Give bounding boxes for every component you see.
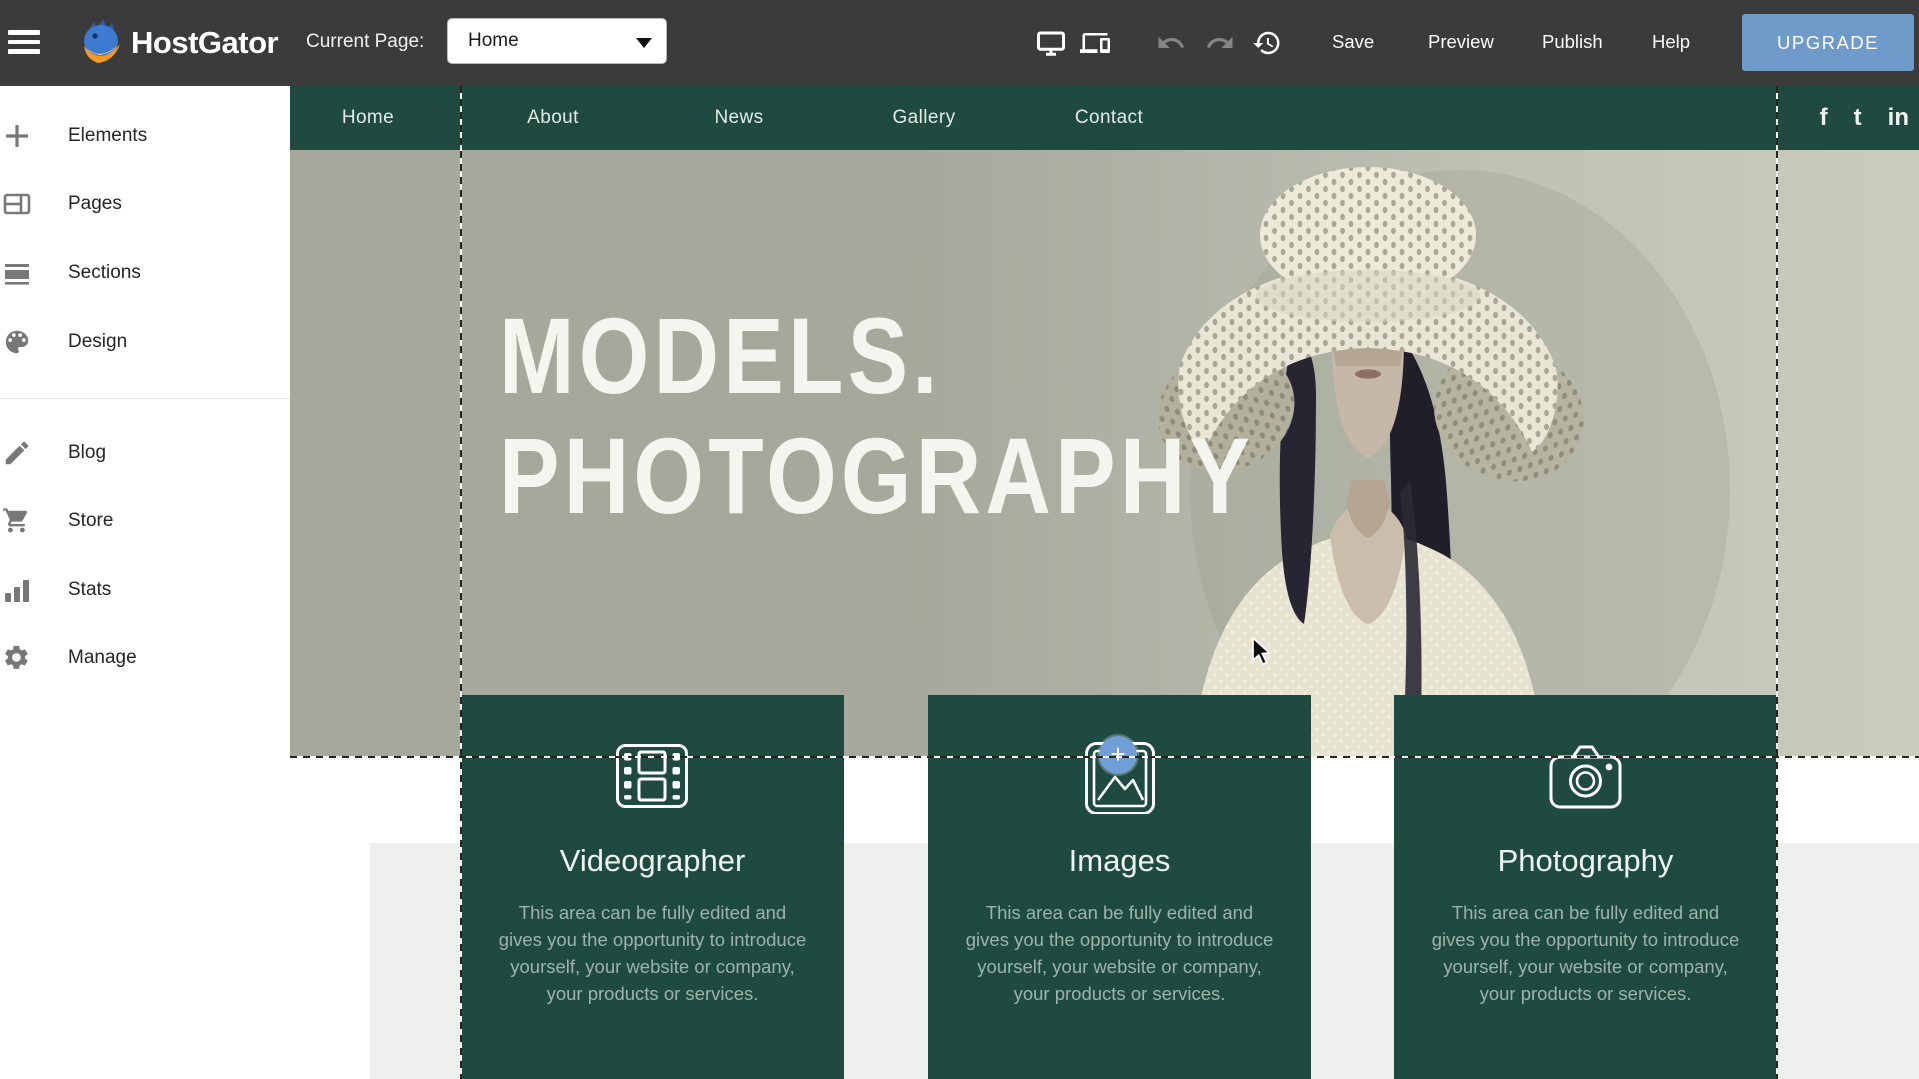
film-icon: [461, 740, 844, 814]
page-select-value: Home: [468, 30, 519, 52]
brand-wordmark: HostGator: [131, 25, 278, 61]
hamburger-menu-icon[interactable]: [8, 30, 40, 54]
feature-card-photography[interactable]: Photography This area can be fully edite…: [1394, 695, 1777, 1079]
save-button[interactable]: Save: [1332, 31, 1374, 53]
redo-icon[interactable]: [1205, 28, 1235, 58]
feature-card-images[interactable]: + Images This area can be fully edited a…: [928, 695, 1311, 1079]
sidebar-divider: [0, 398, 290, 399]
sidebar-item-stats[interactable]: Stats: [0, 570, 290, 610]
section-guide-bottom: [290, 756, 1919, 758]
feature-card-videographer[interactable]: Videographer This area can be fully edit…: [461, 695, 844, 1079]
sidebar-item-pages[interactable]: Pages: [0, 184, 290, 224]
sidebar-item-label: Sections: [68, 253, 141, 293]
stats-icon: [2, 575, 32, 605]
card-title: Videographer: [461, 843, 844, 879]
sidebar-item-label: Manage: [68, 638, 137, 678]
sidebar-item-label: Blog: [68, 433, 106, 473]
sidebar-item-store[interactable]: Store: [0, 501, 290, 541]
section-guide-right: [1776, 86, 1778, 1079]
upgrade-button[interactable]: UPGRADE: [1742, 14, 1914, 71]
hero-title[interactable]: MODELS. PHOTOGRAPHY: [499, 296, 1254, 536]
mouse-cursor: [1252, 637, 1274, 667]
card-title: Photography: [1394, 843, 1777, 879]
sidebar-item-label: Pages: [68, 184, 122, 224]
site-nav-news[interactable]: News: [674, 86, 804, 150]
hero-title-line1: MODELS.: [499, 296, 1254, 416]
social-links: f t in: [1820, 86, 1909, 150]
add-image-badge[interactable]: +: [1099, 736, 1137, 774]
sidebar-item-label: Store: [68, 501, 113, 541]
desktop-view-icon[interactable]: [1036, 28, 1066, 58]
history-icon[interactable]: [1252, 28, 1282, 58]
undo-icon[interactable]: [1156, 28, 1186, 58]
card-title: Images: [928, 843, 1311, 879]
publish-button[interactable]: Publish: [1542, 31, 1603, 53]
cart-icon: [2, 506, 32, 536]
current-page-label: Current Page:: [306, 31, 424, 53]
help-button[interactable]: Help: [1652, 31, 1690, 53]
site-nav-home[interactable]: Home: [303, 86, 433, 150]
card-body-text: This area can be fully edited and gives …: [497, 899, 808, 1007]
site-nav-about[interactable]: About: [488, 86, 618, 150]
sidebar-item-label: Design: [68, 322, 127, 362]
editor-topbar: HostGator Current Page: Home Save Previe…: [0, 0, 1919, 86]
section-guide-left: [460, 86, 462, 1079]
gear-icon: [2, 643, 32, 673]
site-navbar: Home About News Gallery Contact f t in: [290, 86, 1919, 150]
hostgator-logo-icon: [74, 15, 128, 69]
palette-icon: [2, 327, 32, 357]
facebook-icon[interactable]: f: [1820, 106, 1828, 130]
editor-sidebar: Elements Pages Sections Design Blog: [0, 86, 290, 1079]
twitter-icon[interactable]: t: [1854, 106, 1862, 130]
camera-icon: [1394, 740, 1777, 814]
sidebar-item-manage[interactable]: Manage: [0, 638, 290, 678]
pages-icon: [2, 189, 32, 219]
sidebar-item-blog[interactable]: Blog: [0, 433, 290, 473]
sidebar-item-elements[interactable]: Elements: [0, 116, 290, 156]
pencil-icon: [2, 438, 32, 468]
linkedin-icon[interactable]: in: [1888, 106, 1909, 130]
sections-icon: [2, 258, 32, 288]
preview-button[interactable]: Preview: [1428, 31, 1494, 53]
card-body-text: This area can be fully edited and gives …: [964, 899, 1275, 1007]
sidebar-item-design[interactable]: Design: [0, 322, 290, 362]
site-nav-contact[interactable]: Contact: [1044, 86, 1174, 150]
site-canvas: Home About News Gallery Contact f t in: [290, 86, 1919, 1079]
hero-title-line2: PHOTOGRAPHY: [499, 416, 1254, 536]
sidebar-item-label: Stats: [68, 570, 111, 610]
card-body-text: This area can be fully edited and gives …: [1430, 899, 1741, 1007]
sidebar-item-label: Elements: [68, 116, 147, 156]
mobile-view-icon[interactable]: [1080, 28, 1110, 58]
sidebar-item-sections[interactable]: Sections: [0, 253, 290, 293]
page-select[interactable]: Home: [447, 18, 667, 64]
chevron-down-icon: [636, 38, 652, 48]
plus-icon: [2, 121, 32, 151]
hero-section[interactable]: MODELS. PHOTOGRAPHY: [290, 150, 1919, 757]
site-nav-gallery[interactable]: Gallery: [859, 86, 989, 150]
